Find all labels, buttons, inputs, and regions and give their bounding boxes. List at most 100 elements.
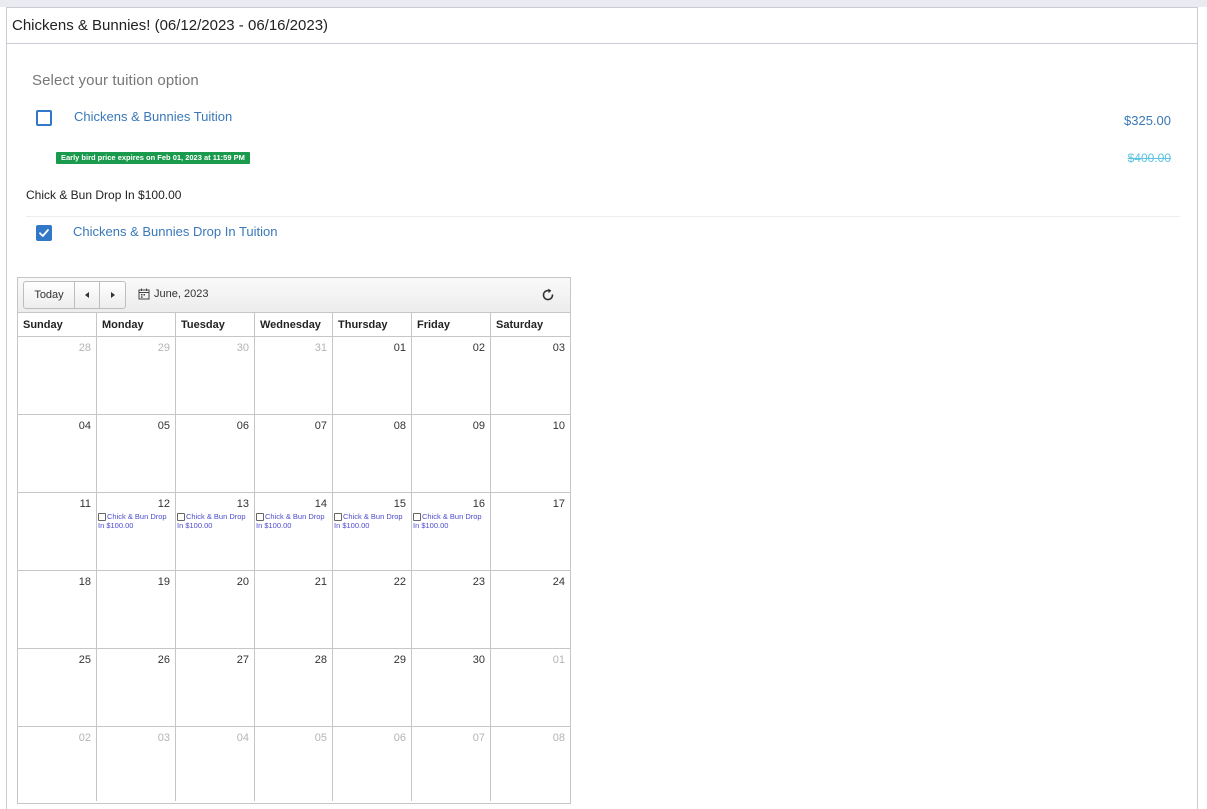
event-checkbox[interactable]: [334, 513, 342, 521]
weekday-friday: Friday: [412, 313, 491, 336]
day-number: 28: [78, 342, 91, 354]
day-number: 03: [552, 342, 565, 354]
calendar-event[interactable]: Chick & Bun Drop In $100.00: [256, 512, 330, 530]
calendar-day[interactable]: 09: [412, 415, 491, 492]
calendar-day[interactable]: 17: [491, 493, 570, 570]
calendar-day[interactable]: 31: [255, 337, 333, 414]
tuition-price: $325.00: [1124, 113, 1171, 128]
day-number: 26: [157, 654, 170, 666]
month-label: June, 2023: [154, 288, 209, 300]
day-number: 31: [314, 342, 327, 354]
calendar-day[interactable]: 10: [491, 415, 570, 492]
calendar-day[interactable]: 07: [255, 415, 333, 492]
calendar-day[interactable]: 02: [18, 727, 97, 801]
calendar-day[interactable]: 21: [255, 571, 333, 648]
weekday-tuesday: Tuesday: [176, 313, 255, 336]
program-panel: Chickens & Bunnies! (06/12/2023 - 06/16/…: [6, 7, 1198, 809]
day-number: 28: [314, 654, 327, 666]
calendar-day[interactable]: 27: [176, 649, 255, 726]
calendar-day[interactable]: 04: [18, 415, 97, 492]
calendar-day[interactable]: 29: [333, 649, 412, 726]
day-number: 08: [552, 732, 565, 744]
calendar-day[interactable]: 30: [176, 337, 255, 414]
calendar-day[interactable]: 07: [412, 727, 491, 801]
calendar-event[interactable]: Chick & Bun Drop In $100.00: [98, 512, 173, 530]
calendar-week: 04 05 06 07 08 09 10: [18, 415, 570, 493]
calendar-icon: [138, 288, 150, 300]
calendar-day[interactable]: 16 Chick & Bun Drop In $100.00: [412, 493, 491, 570]
calendar-grid: 28 29 30 31 01 02 03 04 05 06 07 08 09 10 11 12 Chick & …: [18, 337, 570, 801]
calendar-day[interactable]: 23: [412, 571, 491, 648]
calendar-day[interactable]: 06: [333, 727, 412, 801]
refresh-icon[interactable]: [540, 287, 556, 303]
event-checkbox[interactable]: [98, 513, 106, 521]
event-checkbox[interactable]: [177, 513, 185, 521]
calendar-event[interactable]: Chick & Bun Drop In $100.00: [334, 512, 409, 530]
calendar-day[interactable]: 12 Chick & Bun Drop In $100.00: [97, 493, 176, 570]
event-label: Chick & Bun Drop In $100.00: [413, 512, 482, 530]
dropin-tuition-checkbox[interactable]: [36, 225, 52, 241]
calendar-day[interactable]: 20: [176, 571, 255, 648]
calendar-day[interactable]: 03: [491, 337, 570, 414]
weekday-monday: Monday: [97, 313, 176, 336]
calendar-event[interactable]: Chick & Bun Drop In $100.00: [177, 512, 252, 530]
day-number: 07: [472, 732, 485, 744]
calendar-day[interactable]: 18: [18, 571, 97, 648]
calendar-day[interactable]: 26: [97, 649, 176, 726]
day-number: 21: [314, 576, 327, 588]
calendar-day[interactable]: 29: [97, 337, 176, 414]
divider: [26, 216, 1180, 217]
day-number: 06: [236, 420, 249, 432]
calendar-day[interactable]: 28: [255, 649, 333, 726]
day-number: 15: [393, 498, 406, 510]
weekday-wednesday: Wednesday: [255, 313, 333, 336]
weekday-saturday: Saturday: [496, 318, 544, 331]
calendar-day[interactable]: 05: [97, 415, 176, 492]
day-number: 05: [314, 732, 327, 744]
event-checkbox[interactable]: [256, 513, 264, 521]
day-number: 14: [314, 498, 327, 510]
event-checkbox[interactable]: [413, 513, 421, 521]
calendar-day[interactable]: 14 Chick & Bun Drop In $100.00: [255, 493, 333, 570]
tuition-option-label[interactable]: Chickens & Bunnies Tuition: [74, 109, 232, 124]
day-number: 30: [236, 342, 249, 354]
calendar-day[interactable]: 13 Chick & Bun Drop In $100.00: [176, 493, 255, 570]
calendar-nav-group: Today: [23, 281, 126, 309]
day-number: 09: [472, 420, 485, 432]
day-number: 22: [393, 576, 406, 588]
calendar-day[interactable]: 19: [97, 571, 176, 648]
calendar-day[interactable]: 06: [176, 415, 255, 492]
day-number: 30: [472, 654, 485, 666]
calendar-day[interactable]: 22: [333, 571, 412, 648]
today-button[interactable]: Today: [24, 282, 75, 308]
event-label: Chick & Bun Drop In $100.00: [177, 512, 246, 530]
calendar-day[interactable]: 05: [255, 727, 333, 801]
page-title: Chickens & Bunnies! (06/12/2023 - 06/16/…: [12, 17, 329, 34]
calendar-day[interactable]: 08: [491, 727, 570, 801]
calendar-day[interactable]: 03: [97, 727, 176, 801]
calendar-day[interactable]: 24: [491, 571, 570, 648]
day-number: 08: [393, 420, 406, 432]
day-number: 27: [236, 654, 249, 666]
day-number: 05: [157, 420, 170, 432]
calendar-day[interactable]: 02: [412, 337, 491, 414]
calendar-day[interactable]: 01: [333, 337, 412, 414]
next-month-button[interactable]: [100, 282, 125, 308]
calendar-day[interactable]: 30: [412, 649, 491, 726]
prev-arrow-icon: [85, 292, 89, 298]
month-picker[interactable]: June, 2023: [138, 288, 208, 300]
calendar-day[interactable]: 11: [18, 493, 97, 570]
day-number: 10: [552, 420, 565, 432]
dropin-tuition-option-label[interactable]: Chickens & Bunnies Drop In Tuition: [73, 224, 278, 239]
calendar-day[interactable]: 01: [491, 649, 570, 726]
prev-month-button[interactable]: [75, 282, 100, 308]
day-number: 07: [314, 420, 327, 432]
calendar-day[interactable]: 04: [176, 727, 255, 801]
calendar-day[interactable]: 28: [18, 337, 97, 414]
calendar-week: 11 12 Chick & Bun Drop In $100.00 13 Chick &…: [18, 493, 570, 571]
calendar-day[interactable]: 15 Chick & Bun Drop In $100.00: [333, 493, 412, 570]
tuition-checkbox[interactable]: [36, 110, 52, 126]
calendar-day[interactable]: 25: [18, 649, 97, 726]
calendar-event[interactable]: Chick & Bun Drop In $100.00: [413, 512, 488, 530]
calendar-day[interactable]: 08: [333, 415, 412, 492]
